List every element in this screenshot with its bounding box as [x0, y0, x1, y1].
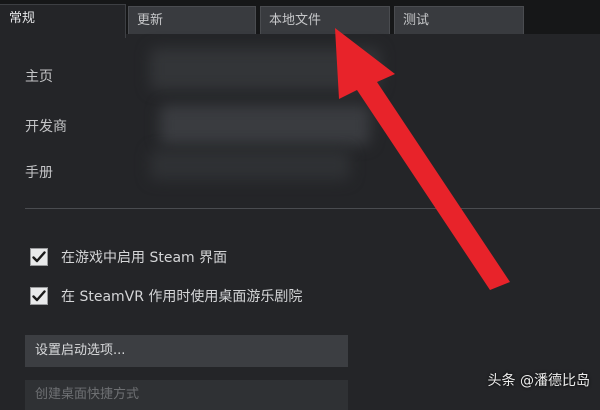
vr-theater-option[interactable]: 在 SteamVR 作用时使用桌面游乐剧院: [30, 286, 302, 306]
tab-betas[interactable]: 测试: [394, 6, 524, 34]
tab-bar: 常规 更新 本地文件 测试: [0, 0, 600, 38]
developer-value-redacted: [160, 105, 370, 145]
overlay-option-label: 在游戏中启用 Steam 界面: [61, 250, 228, 266]
homepage-label: 主页: [25, 69, 53, 85]
overlay-checkbox[interactable]: [30, 248, 48, 266]
homepage-value-redacted: [150, 48, 380, 90]
manual-label: 手册: [25, 165, 53, 181]
manual-value-redacted: [150, 150, 350, 180]
checkmark-icon: [32, 290, 46, 302]
vr-theater-checkbox[interactable]: [30, 287, 48, 305]
tab-updates[interactable]: 更新: [128, 6, 256, 34]
checkmark-icon: [32, 251, 46, 263]
create-desktop-shortcut-button[interactable]: 创建桌面快捷方式: [25, 380, 348, 410]
tab-local-files[interactable]: 本地文件: [260, 6, 390, 34]
set-launch-options-button[interactable]: 设置启动选项...: [25, 335, 348, 367]
section-divider: [25, 208, 600, 209]
developer-label: 开发商: [25, 119, 67, 135]
watermark: 头条 @潘德比岛: [487, 373, 590, 389]
overlay-option[interactable]: 在游戏中启用 Steam 界面: [30, 247, 227, 267]
tab-general[interactable]: 常规: [0, 4, 126, 38]
vr-theater-option-label: 在 SteamVR 作用时使用桌面游乐剧院: [61, 289, 303, 305]
